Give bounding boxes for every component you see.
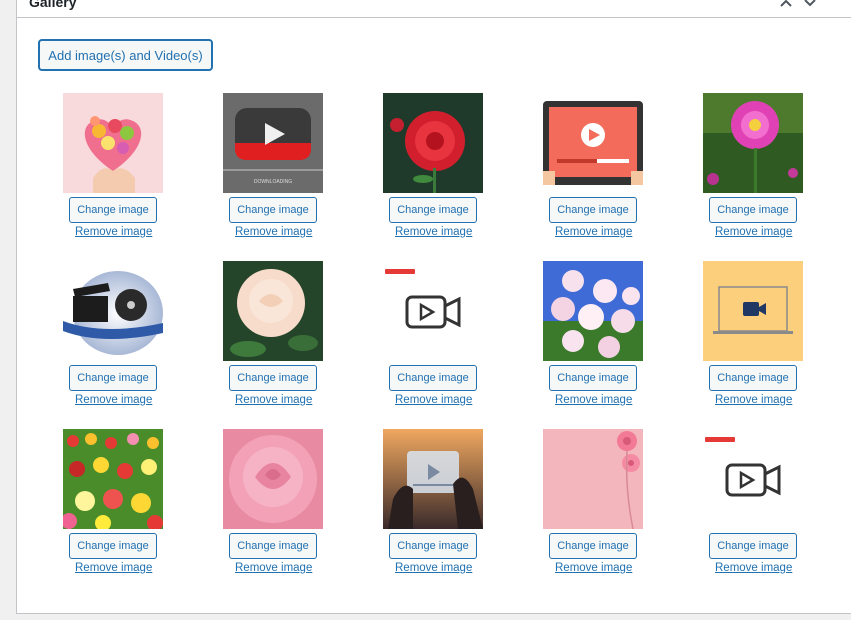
remove-image-link[interactable]: Remove image [395, 394, 472, 406]
gallery-panel: Gallery Add image(s) and Video(s) Change… [16, 0, 851, 614]
change-image-button[interactable]: Change image [69, 533, 157, 559]
move-up-icon[interactable] [779, 0, 793, 7]
laptop-video-camera-image[interactable] [703, 261, 803, 361]
remove-image-link[interactable]: Remove image [75, 226, 152, 238]
change-image-button[interactable]: Change image [229, 197, 317, 223]
phone-video-hands-image[interactable] [383, 429, 483, 529]
white-rose-image[interactable] [223, 261, 323, 361]
white-daisies-image[interactable] [543, 261, 643, 361]
remove-image-link[interactable]: Remove image [235, 394, 312, 406]
video-placeholder-icon[interactable] [383, 261, 483, 361]
panel-title: Gallery [29, 0, 77, 10]
change-image-button[interactable]: Change image [709, 197, 797, 223]
remove-image-link[interactable]: Remove image [235, 226, 312, 238]
remove-image-link[interactable]: Remove image [395, 562, 472, 574]
tulip-field-image[interactable] [63, 429, 163, 529]
svg-text:DOWNLOADING: DOWNLOADING [254, 179, 292, 185]
heart-bouquet-image[interactable] [63, 93, 163, 193]
change-image-button[interactable]: Change image [69, 197, 157, 223]
youtube-downloading-image[interactable]: DOWNLOADING [223, 93, 323, 193]
pink-rose-image[interactable] [223, 429, 323, 529]
pink-gerbera-image[interactable] [543, 429, 643, 529]
film-clapper-reel-image[interactable] [63, 261, 163, 361]
remove-image-link[interactable]: Remove image [235, 562, 312, 574]
move-down-icon[interactable] [803, 0, 817, 7]
change-image-button[interactable]: Change image [709, 365, 797, 391]
change-image-button[interactable]: Change image [389, 365, 477, 391]
change-image-button[interactable]: Change image [229, 365, 317, 391]
remove-image-link[interactable]: Remove image [555, 394, 632, 406]
video-placeholder-icon[interactable] [703, 429, 803, 529]
change-image-button[interactable]: Change image [389, 533, 477, 559]
red-dahlia-image[interactable] [383, 93, 483, 193]
change-image-button[interactable]: Change image [549, 533, 637, 559]
panel-header: Gallery [17, 0, 851, 18]
remove-image-link[interactable]: Remove image [715, 226, 792, 238]
remove-image-link[interactable]: Remove image [555, 562, 632, 574]
change-image-button[interactable]: Change image [709, 533, 797, 559]
video-player-tablet-image[interactable] [543, 93, 643, 193]
remove-image-link[interactable]: Remove image [555, 226, 632, 238]
remove-image-link[interactable]: Remove image [75, 562, 152, 574]
change-image-button[interactable]: Change image [389, 197, 477, 223]
change-image-button[interactable]: Change image [69, 365, 157, 391]
change-image-button[interactable]: Change image [549, 365, 637, 391]
add-images-videos-button[interactable]: Add image(s) and Video(s) [38, 39, 213, 71]
remove-image-link[interactable]: Remove image [715, 562, 792, 574]
remove-image-link[interactable]: Remove image [715, 394, 792, 406]
change-image-button[interactable]: Change image [549, 197, 637, 223]
change-image-button[interactable]: Change image [229, 533, 317, 559]
pink-dahlia-image[interactable] [703, 93, 803, 193]
remove-image-link[interactable]: Remove image [395, 226, 472, 238]
remove-image-link[interactable]: Remove image [75, 394, 152, 406]
panel-header-controls [779, 0, 823, 13]
